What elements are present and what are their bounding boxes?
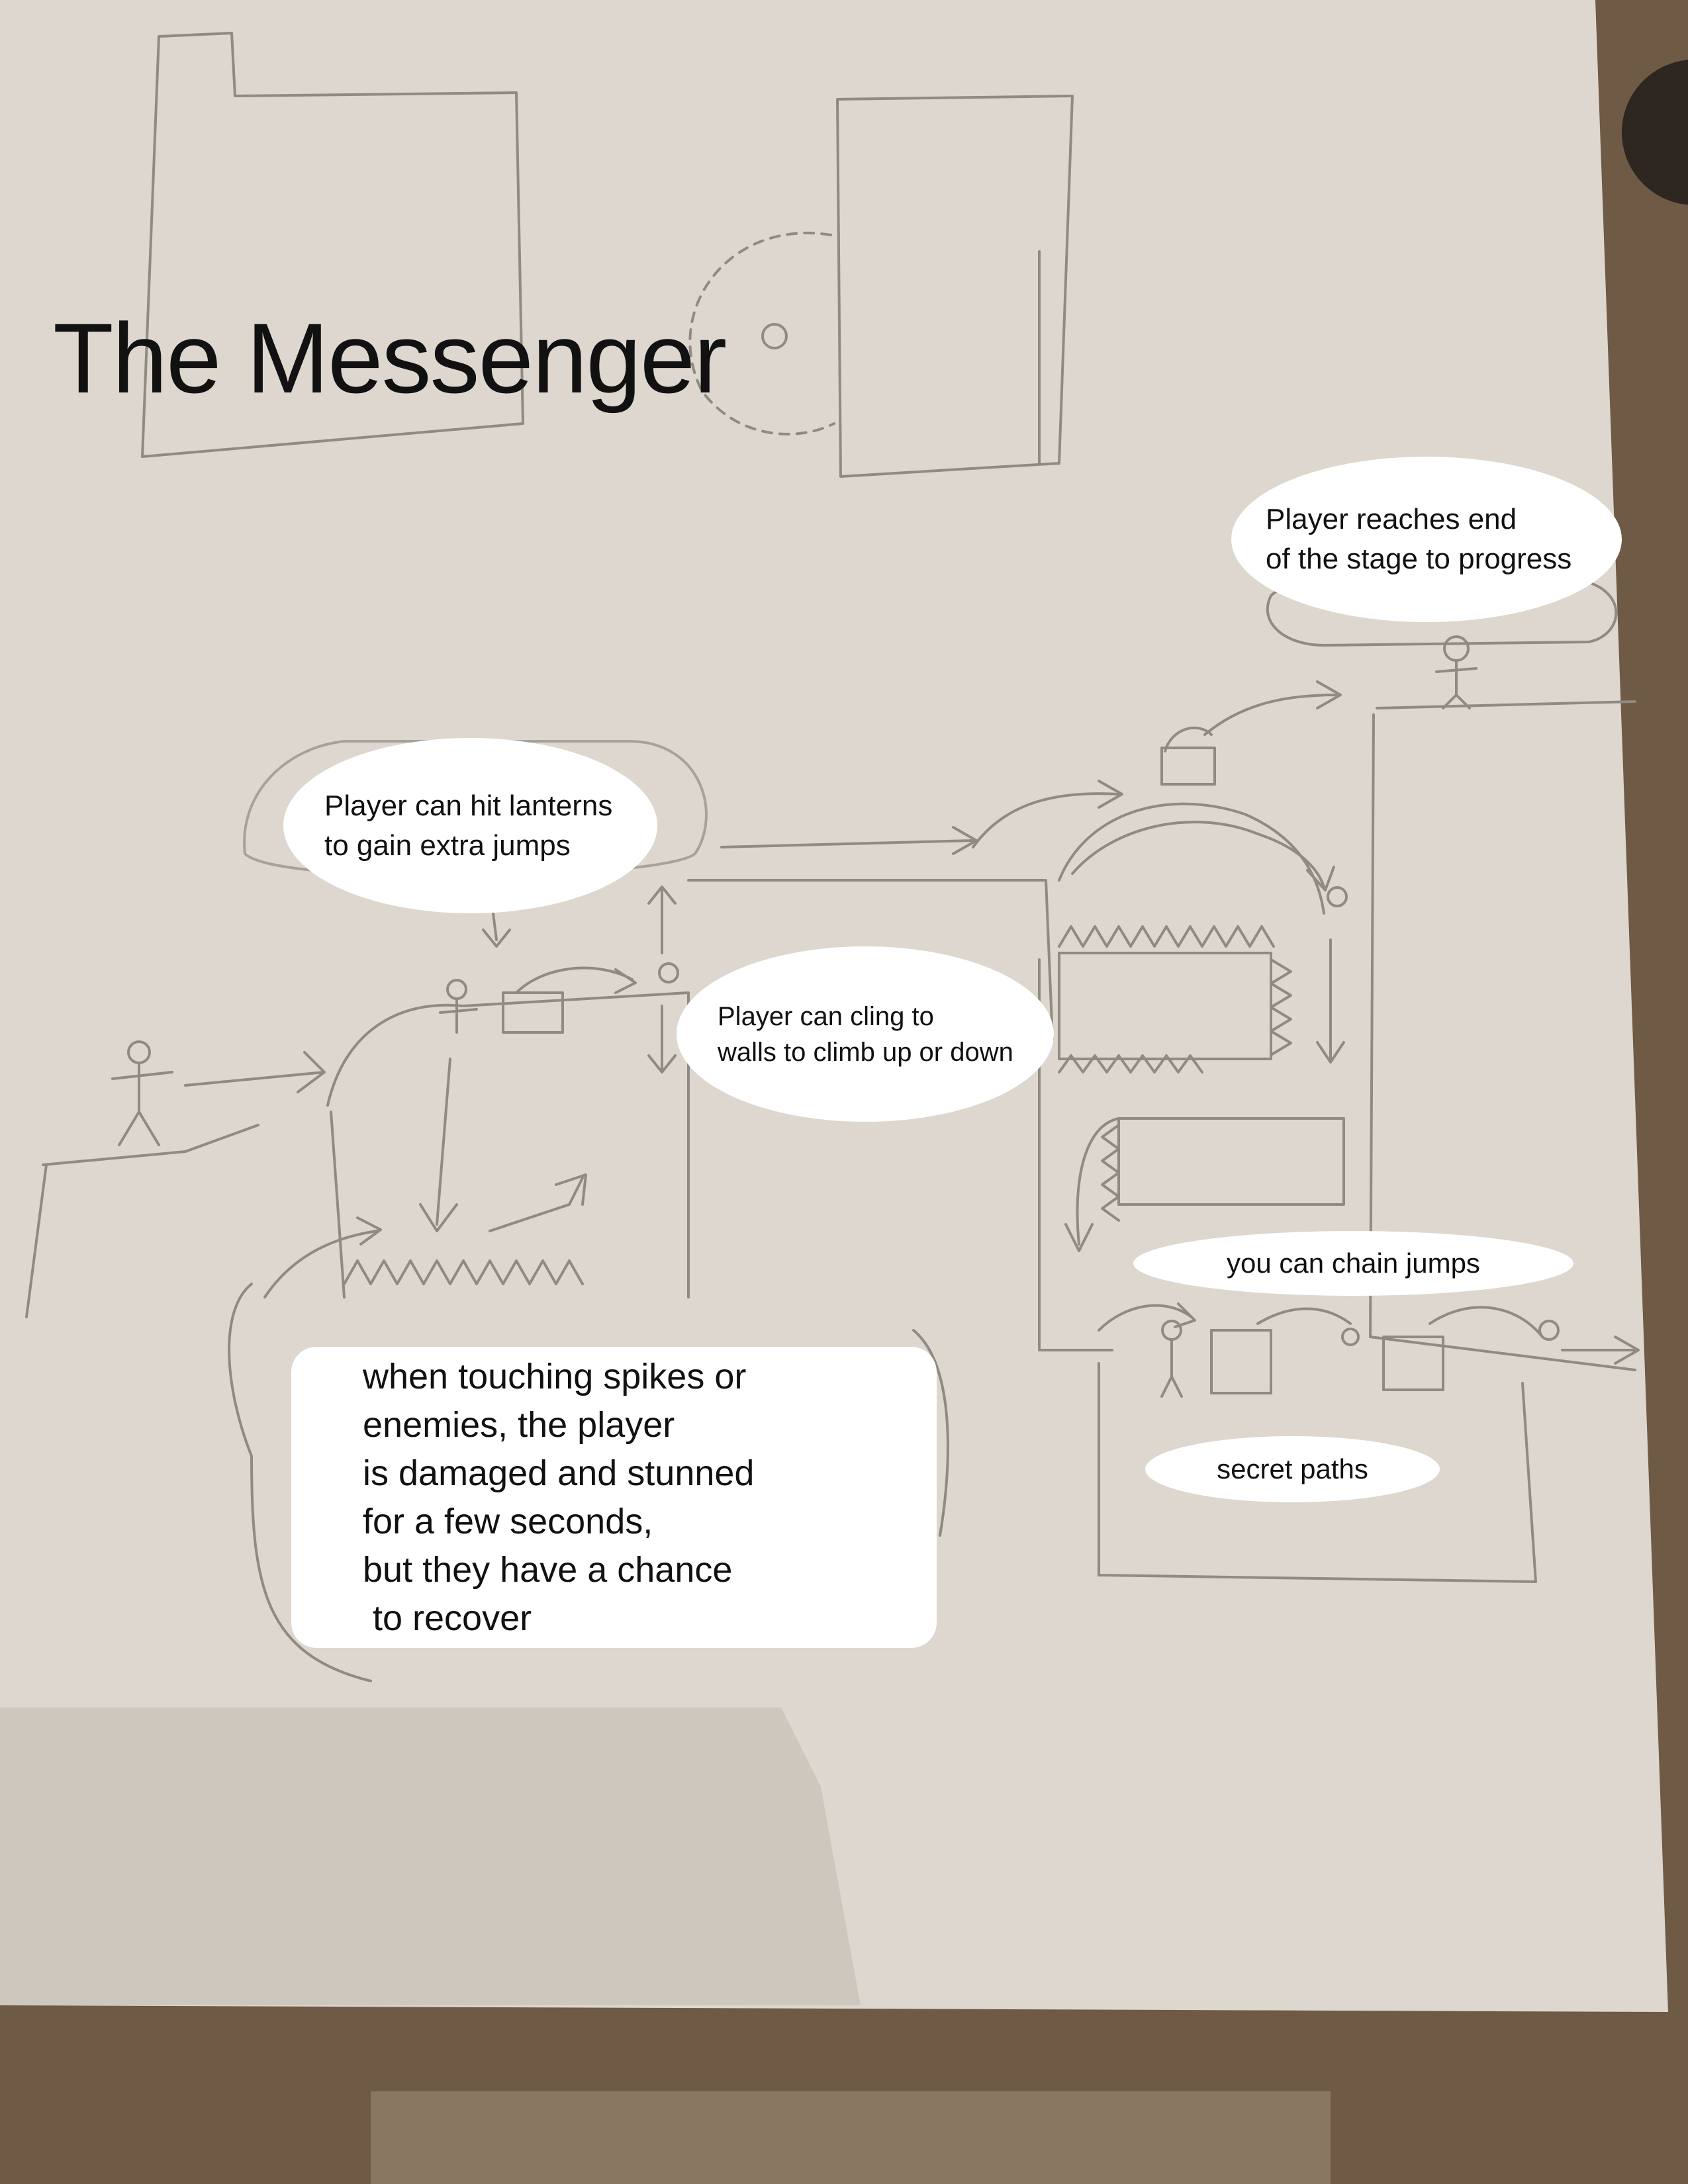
- callout-secret-paths: secret paths: [1145, 1436, 1440, 1502]
- callout-cling-line-1: Player can cling to: [718, 1001, 934, 1031]
- callout-stage-end-line-2: of the stage to progress: [1266, 543, 1572, 575]
- callout-spikes-line-4: for a few seconds,: [363, 1501, 653, 1541]
- callout-spikes-line-3: is damaged and stunned: [363, 1453, 755, 1493]
- callout-chain-jumps: you can chain jumps: [1133, 1231, 1573, 1296]
- callout-chain-jumps-text: you can chain jumps: [1227, 1248, 1480, 1279]
- callout-spikes-line-6: to recover: [363, 1598, 532, 1638]
- page-title: The Messenger: [53, 302, 727, 414]
- callout-spikes-line-2: enemies, the player: [363, 1404, 675, 1445]
- messenger-level-sketch: The Messenger Player reaches end of the …: [0, 0, 1688, 2184]
- callout-spikes-line-1: when touching spikes or: [363, 1356, 747, 1396]
- callout-secret-paths-text: secret paths: [1217, 1453, 1368, 1484]
- paper-shadow: [0, 1707, 861, 2005]
- callout-lanterns: Player can hit lanterns to gain extra ju…: [283, 738, 657, 913]
- floor-glare: [371, 2091, 1331, 2184]
- callout-spikes-line-5: but they have a chance: [363, 1549, 733, 1590]
- callout-lanterns-line-2: to gain extra jumps: [324, 829, 571, 862]
- callout-stage-end-line-1: Player reaches end: [1266, 503, 1517, 535]
- callout-stage-end: Player reaches end of the stage to progr…: [1231, 457, 1622, 622]
- callout-spikes: when touching spikes or enemies, the pla…: [291, 1347, 937, 1648]
- callout-cling-line-2: walls to climb up or down: [718, 1037, 1013, 1067]
- callout-lanterns-line-1: Player can hit lanterns: [324, 789, 613, 822]
- callout-cling: Player can cling to walls to climb up or…: [677, 946, 1054, 1122]
